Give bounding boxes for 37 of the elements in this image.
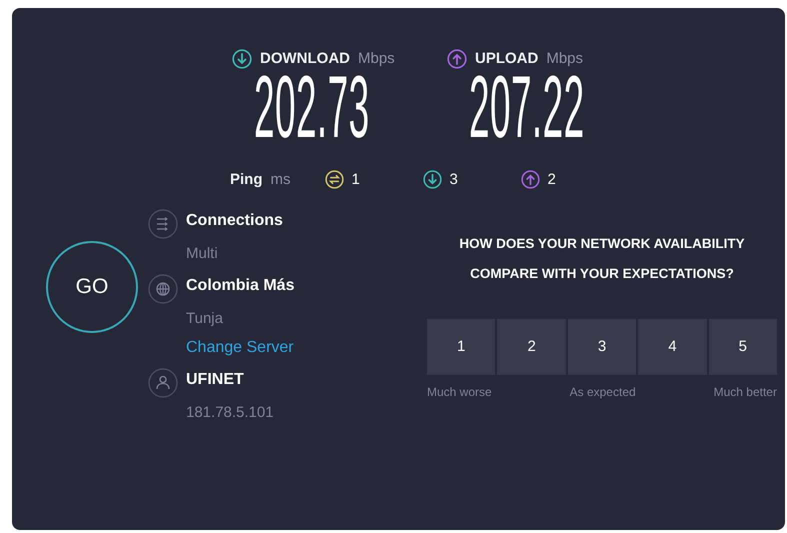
- detail-subtitle: Tunja: [186, 308, 224, 328]
- arrow-circle-icon: [422, 170, 442, 190]
- arrow-circle-icon: [232, 49, 252, 70]
- user-icon: [148, 368, 178, 398]
- unit-label: Mbps: [358, 49, 395, 69]
- arrow-circle-icon: [447, 49, 467, 70]
- detail-subtitle: Multi: [186, 244, 219, 264]
- list-icon: [148, 209, 178, 239]
- ping-value: 3: [450, 170, 458, 190]
- exchange-circle-icon: [324, 170, 344, 190]
- ping-value: 1: [352, 170, 360, 190]
- detail-title: Colombia Más: [186, 276, 294, 296]
- metric-label: UPLOAD: [475, 49, 538, 69]
- metric-label: DOWNLOAD: [260, 49, 350, 69]
- speed-value: 202.73: [254, 70, 370, 142]
- arrow-circle-icon: [520, 170, 540, 190]
- unit-label: Mbps: [546, 49, 584, 69]
- unit-label: ms: [270, 170, 290, 190]
- speed-value: 207.22: [469, 70, 585, 142]
- change-server-link[interactable]: Change Server: [186, 336, 294, 360]
- detail-title: Connections: [186, 211, 283, 231]
- detail-title: UFINET: [186, 370, 245, 390]
- rating-button[interactable]: 3: [568, 319, 636, 375]
- go-button[interactable]: GO: [46, 241, 138, 333]
- rating-button[interactable]: 2: [497, 319, 566, 375]
- ping-label: Ping: [230, 170, 262, 190]
- scale-label: Much worse: [427, 384, 492, 401]
- rating-button[interactable]: 1: [427, 319, 496, 375]
- globe-icon: [148, 274, 178, 304]
- survey-question: HOW DOES YOUR NETWORK AVAILABILITY: [458, 235, 746, 253]
- scale-label: Much better: [714, 384, 777, 401]
- detail-subtitle: 181.78.5.101: [186, 403, 274, 423]
- ping-value: 2: [548, 170, 556, 190]
- rating-button[interactable]: 5: [708, 319, 778, 375]
- rating-button[interactable]: 4: [638, 319, 707, 375]
- scale-label: As expected: [570, 384, 636, 401]
- survey-question: COMPARE WITH YOUR EXPECTATIONS?: [469, 265, 735, 283]
